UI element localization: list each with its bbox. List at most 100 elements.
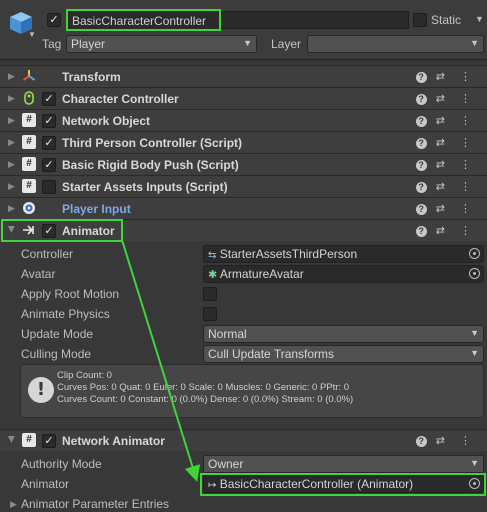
foldout-arrow-icon[interactable]: ▶ — [8, 93, 15, 104]
presets-icon[interactable]: ⇄ — [436, 203, 451, 215]
presets-icon[interactable]: ⇄ — [436, 181, 451, 193]
foldout-arrow-icon[interactable]: ▶ — [8, 181, 15, 192]
avatar-value: ArmatureAvatar — [219, 267, 304, 281]
component-transform[interactable]: ▶ Transform ? ⇄ ⋮ — [0, 65, 487, 87]
object-picker-icon[interactable] — [469, 248, 480, 259]
presets-icon[interactable]: ⇄ — [436, 115, 451, 127]
info-line: Curves Pos: 0 Quat: 0 Euler: 0 Scale: 0 … — [57, 382, 349, 393]
animate-physics-label: Animate Physics — [21, 307, 110, 321]
foldout-arrow-icon[interactable]: ▶ — [8, 203, 15, 214]
presets-icon[interactable]: ⇄ — [436, 71, 451, 83]
player-input-icon — [23, 202, 35, 214]
help-icon[interactable]: ? — [415, 204, 427, 215]
component-network-object[interactable]: ▶ # ✓ Network Object ? ⇄ ⋮ — [0, 109, 487, 131]
info-line: Curves Count: 0 Constant: 0 (0.0%) Dense… — [57, 394, 354, 405]
help-icon[interactable]: ? — [415, 116, 427, 127]
kebab-menu-icon[interactable]: ⋮ — [460, 71, 477, 83]
update-mode-dropdown[interactable]: Normal ▼ — [203, 325, 484, 343]
animator-label: Animator — [21, 477, 70, 491]
component-character-controller[interactable]: ▶ ✓ Character Controller ? ⇄ ⋮ — [0, 87, 487, 109]
controller-label: Controller — [21, 247, 74, 261]
kebab-menu-icon[interactable]: ⋮ — [460, 159, 477, 171]
inspector-header: ▼ ✓ BasicCharacterController Static ▼ Ta… — [0, 0, 487, 60]
help-icon[interactable]: ? — [415, 436, 427, 447]
culling-mode-value: Cull Update Transforms — [208, 347, 335, 361]
animator-parameter-entries-label[interactable]: Animator Parameter Entries — [21, 497, 169, 511]
animator-highlight-box — [1, 219, 123, 242]
presets-icon[interactable]: ⇄ — [436, 93, 451, 105]
component-player-input[interactable]: ▶ Player Input ? ⇄ ⋮ — [0, 197, 487, 219]
help-icon[interactable]: ? — [415, 182, 427, 193]
component-starter-assets-inputs[interactable]: ▶ # Starter Assets Inputs (Script) ? ⇄ ⋮ — [0, 175, 487, 197]
transform-icon — [22, 70, 36, 81]
authority-mode-dropdown[interactable]: Owner ▼ — [203, 455, 484, 473]
presets-icon[interactable]: ⇄ — [436, 159, 451, 171]
update-mode-label: Update Mode — [21, 327, 94, 341]
layer-label: Layer — [271, 37, 302, 51]
controller-field[interactable]: ⇆ StarterAssetsThirdPerson — [203, 245, 484, 263]
layer-dropdown[interactable]: ▼ — [307, 35, 484, 53]
kebab-menu-icon[interactable]: ⋮ — [460, 435, 477, 447]
avatar-label: Avatar — [21, 267, 56, 281]
foldout-arrow-icon[interactable]: ▶ — [8, 71, 15, 82]
enabled-checkbox[interactable]: ✓ — [42, 434, 56, 448]
active-checkbox[interactable]: ✓ — [47, 13, 61, 27]
kebab-menu-icon[interactable]: ⋮ — [460, 203, 477, 215]
component-third-person-controller[interactable]: ▶ # ✓ Third Person Controller (Script) ?… — [0, 131, 487, 153]
presets-icon[interactable]: ⇄ — [436, 137, 451, 149]
apply-root-motion-label: Apply Root Motion — [21, 287, 120, 301]
enabled-checkbox[interactable]: ✓ — [42, 136, 56, 150]
foldout-arrow-icon[interactable]: ▶ — [8, 159, 15, 170]
foldout-arrow-icon[interactable]: ▶ — [10, 499, 17, 510]
chevron-down-icon: ▼ — [470, 458, 479, 468]
animate-physics-checkbox[interactable] — [203, 307, 217, 321]
component-basic-rigid-body-push[interactable]: ▶ # ✓ Basic Rigid Body Push (Script) ? ⇄… — [0, 153, 487, 175]
avatar-icon: ✱ — [208, 269, 218, 281]
foldout-expanded-arrow-icon[interactable]: ▶ — [6, 436, 17, 443]
component-name: Basic Rigid Body Push (Script) — [62, 158, 239, 172]
static-checkbox[interactable] — [413, 13, 427, 27]
tag-dropdown[interactable]: Player ▼ — [66, 35, 257, 53]
gameobject-name-field[interactable]: BasicCharacterController — [66, 9, 221, 31]
info-line: Clip Count: 0 — [57, 370, 112, 381]
component-tools: ? ⇄ ⋮ — [415, 158, 477, 171]
help-icon[interactable]: ? — [415, 226, 427, 237]
authority-mode-label: Authority Mode — [21, 457, 102, 471]
component-tools: ? ⇄ ⋮ — [415, 70, 477, 83]
component-tools: ? ⇄ ⋮ — [415, 136, 477, 149]
gameobject-name-field-extension[interactable] — [221, 11, 409, 29]
presets-icon[interactable]: ⇄ — [436, 435, 451, 447]
component-tools: ? ⇄ ⋮ — [415, 224, 477, 237]
culling-mode-dropdown[interactable]: Cull Update Transforms ▼ — [203, 345, 484, 363]
kebab-menu-icon[interactable]: ⋮ — [460, 93, 477, 105]
help-icon[interactable]: ? — [415, 160, 427, 171]
apply-root-motion-checkbox[interactable] — [203, 287, 217, 301]
object-picker-icon[interactable] — [469, 268, 480, 279]
foldout-arrow-icon[interactable]: ▶ — [8, 137, 15, 148]
enabled-checkbox[interactable]: ✓ — [42, 114, 56, 128]
static-dropdown-icon[interactable]: ▼ — [475, 14, 484, 24]
avatar-field[interactable]: ✱ ArmatureAvatar — [203, 265, 484, 283]
help-icon[interactable]: ? — [415, 72, 427, 83]
static-label: Static — [431, 13, 462, 27]
kebab-menu-icon[interactable]: ⋮ — [460, 225, 477, 237]
help-icon[interactable]: ? — [415, 138, 427, 149]
enabled-checkbox[interactable] — [42, 180, 56, 194]
help-icon[interactable]: ? — [415, 94, 427, 105]
component-name: Player Input — [62, 202, 131, 216]
icon-dropdown-arrow-icon[interactable]: ▼ — [28, 30, 36, 39]
component-name: Network Animator — [62, 434, 165, 448]
animator-controller-icon: ⇆ — [208, 250, 217, 261]
presets-icon[interactable]: ⇄ — [436, 225, 451, 237]
kebab-menu-icon[interactable]: ⋮ — [460, 181, 477, 193]
enabled-checkbox[interactable]: ✓ — [42, 158, 56, 172]
animator-field-highlight-box — [200, 473, 486, 496]
enabled-checkbox[interactable]: ✓ — [42, 92, 56, 106]
kebab-menu-icon[interactable]: ⋮ — [460, 115, 477, 127]
script-icon: # — [22, 157, 36, 171]
kebab-menu-icon[interactable]: ⋮ — [460, 137, 477, 149]
component-name: Transform — [62, 70, 121, 84]
animator-info-box: ! Clip Count: 0 Curves Pos: 0 Quat: 0 Eu… — [20, 364, 484, 418]
foldout-arrow-icon[interactable]: ▶ — [8, 115, 15, 126]
component-network-animator[interactable]: ▶ # ✓ Network Animator ? ⇄ ⋮ — [0, 429, 487, 451]
